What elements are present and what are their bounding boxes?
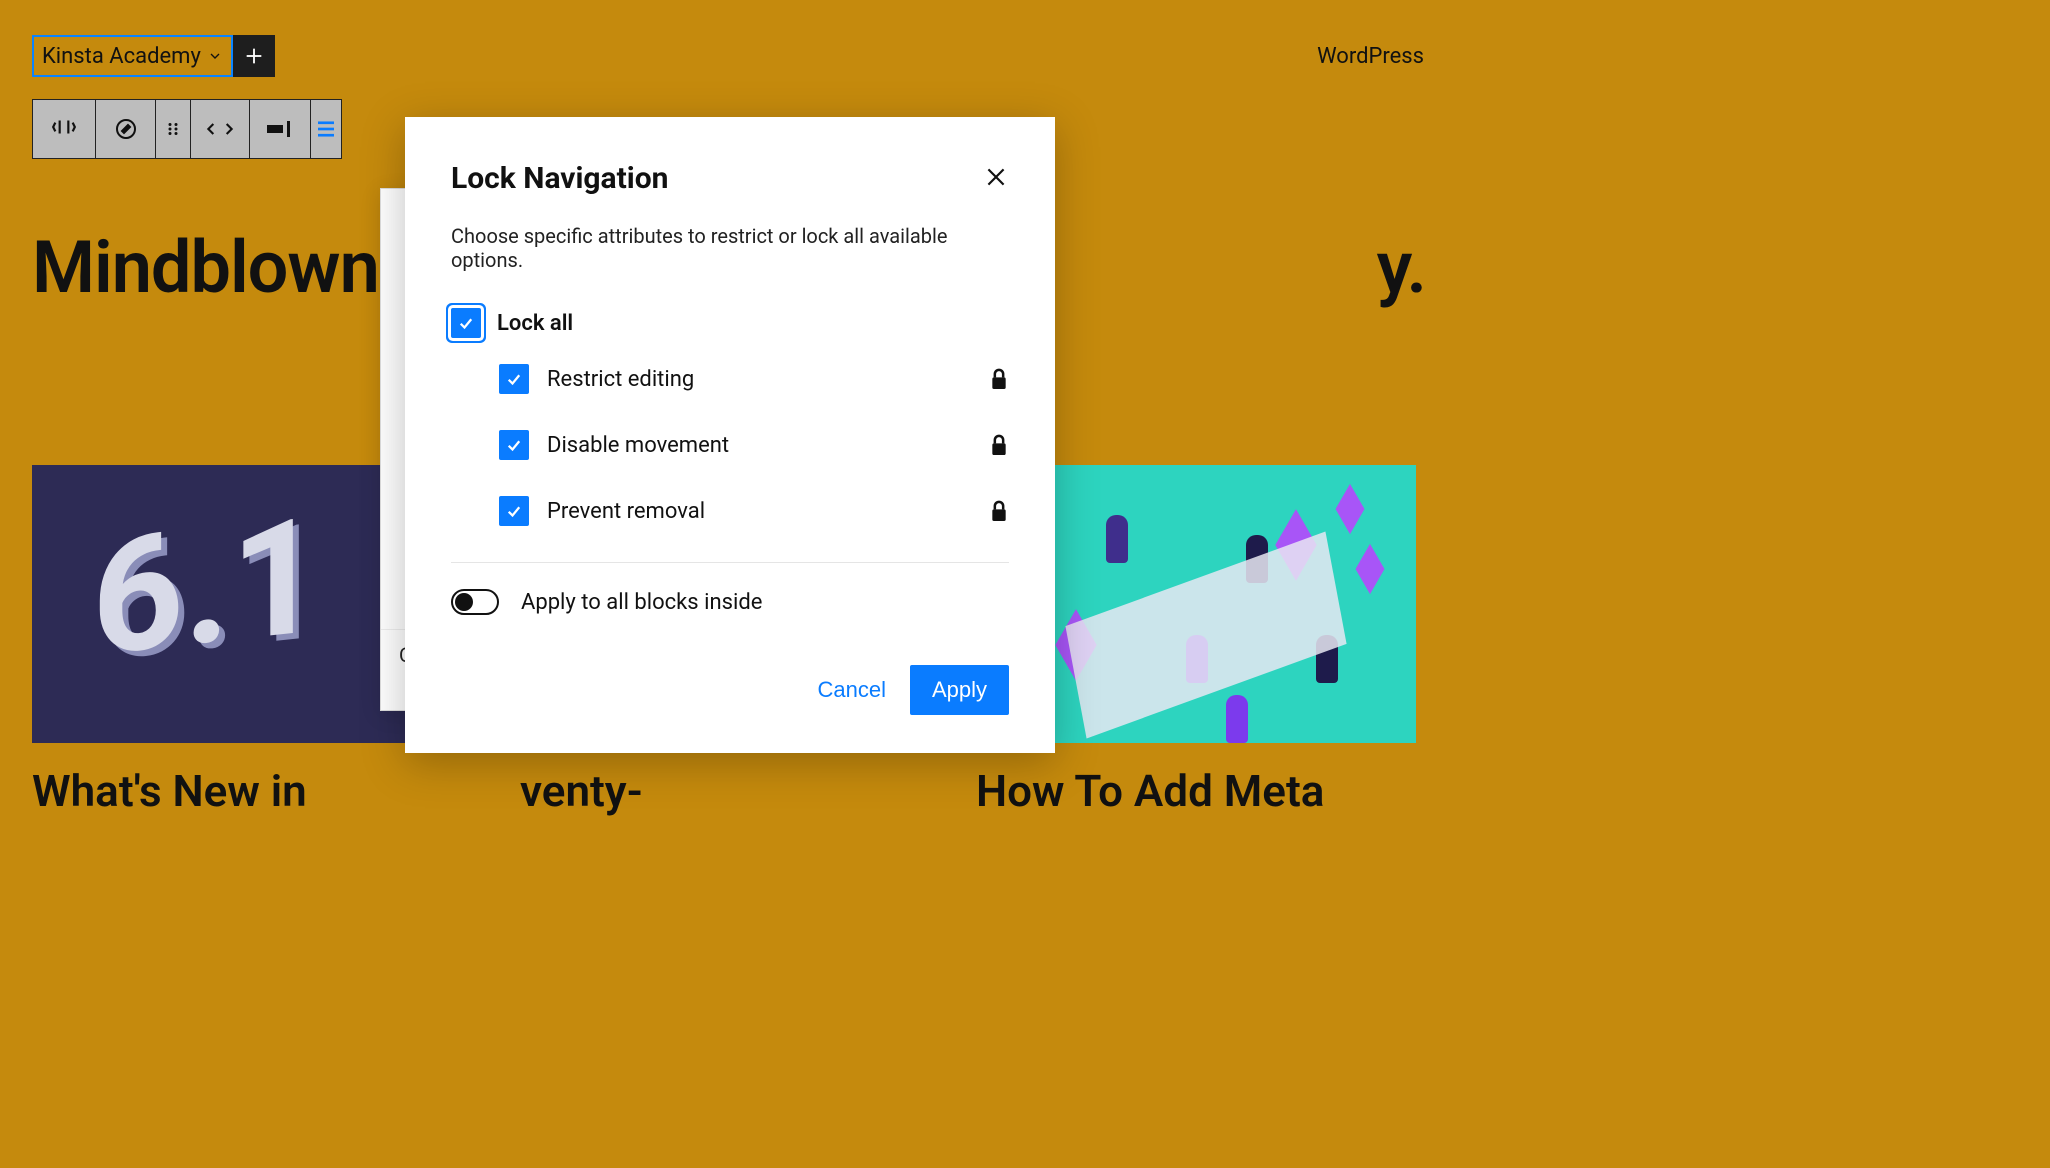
lock-icon [989, 499, 1009, 523]
sub-options: Restrict editing Disable movement Preven… [499, 364, 1009, 526]
nav-left: Kinsta Academy [32, 35, 275, 77]
lock-all-row[interactable]: Lock all [451, 308, 1009, 338]
post-title-2-partial: venty- [520, 765, 643, 817]
lock-all-checkbox[interactable] [451, 308, 481, 338]
compass-icon [114, 117, 138, 141]
disable-movement-row[interactable]: Disable movement [499, 430, 1009, 460]
check-icon [505, 370, 523, 388]
restrict-editing-label: Restrict editing [547, 367, 694, 392]
apply-button[interactable]: Apply [910, 665, 1009, 715]
wordpress-link[interactable]: WordPress [1317, 44, 1424, 69]
toolbar-drag-handle[interactable] [156, 100, 190, 158]
lock-all-label: Lock all [497, 311, 573, 336]
page-headline-tail: y. [1377, 225, 1426, 310]
toolbar-more-button[interactable] [311, 100, 341, 158]
plus-icon [243, 45, 265, 67]
lock-icon [989, 433, 1009, 457]
site-select[interactable]: Kinsta Academy [32, 35, 233, 77]
prevent-removal-checkbox[interactable] [499, 496, 529, 526]
modal-divider [451, 562, 1009, 563]
site-name: Kinsta Academy [42, 44, 201, 69]
toolbar-compass-button[interactable] [96, 100, 156, 158]
post-title-1: What's New in [32, 765, 472, 817]
modal-description: Choose specific attributes to restrict o… [451, 224, 1009, 272]
apply-inside-row[interactable]: Apply to all blocks inside [451, 589, 1009, 615]
modal-actions: Cancel Apply [451, 665, 1009, 715]
apply-inside-label: Apply to all blocks inside [521, 590, 762, 615]
page-headline-left: Mindblown: [32, 225, 397, 310]
toggle-knob [455, 593, 473, 611]
toolbar-group-1 [32, 99, 96, 159]
close-icon [983, 164, 1009, 190]
restrict-editing-row[interactable]: Restrict editing [499, 364, 1009, 394]
navigation-block-icon[interactable] [51, 114, 77, 144]
arrows-icon [203, 119, 237, 139]
lock-navigation-modal: Lock Navigation Choose specific attribut… [405, 117, 1055, 753]
apply-inside-toggle[interactable] [451, 589, 499, 615]
check-icon [505, 502, 523, 520]
modal-header: Lock Navigation [451, 161, 1009, 196]
prevent-removal-row[interactable]: Prevent removal [499, 496, 1009, 526]
disable-movement-checkbox[interactable] [499, 430, 529, 460]
lock-icon [989, 367, 1009, 391]
top-nav: Kinsta Academy WordPress [0, 0, 1456, 77]
prevent-removal-label: Prevent removal [547, 499, 705, 524]
chevron-down-icon [207, 48, 223, 64]
justify-icon [267, 119, 293, 139]
toolbar-group-3 [250, 99, 311, 159]
restrict-editing-checkbox[interactable] [499, 364, 529, 394]
check-icon [505, 436, 523, 454]
toolbar-justify-button[interactable] [250, 100, 310, 158]
drag-icon [164, 120, 182, 138]
menu-icon [318, 119, 334, 139]
toolbar-group-4 [311, 99, 342, 159]
toolbar-group-2 [96, 99, 250, 159]
add-block-button[interactable] [233, 35, 275, 77]
toolbar-move-arrows[interactable] [190, 100, 249, 158]
post-title-3: How To Add Meta [976, 765, 1416, 817]
cancel-button[interactable]: Cancel [817, 677, 885, 703]
close-button[interactable] [983, 164, 1009, 194]
check-icon [457, 314, 475, 332]
disable-movement-label: Disable movement [547, 433, 729, 458]
modal-title: Lock Navigation [451, 161, 668, 196]
